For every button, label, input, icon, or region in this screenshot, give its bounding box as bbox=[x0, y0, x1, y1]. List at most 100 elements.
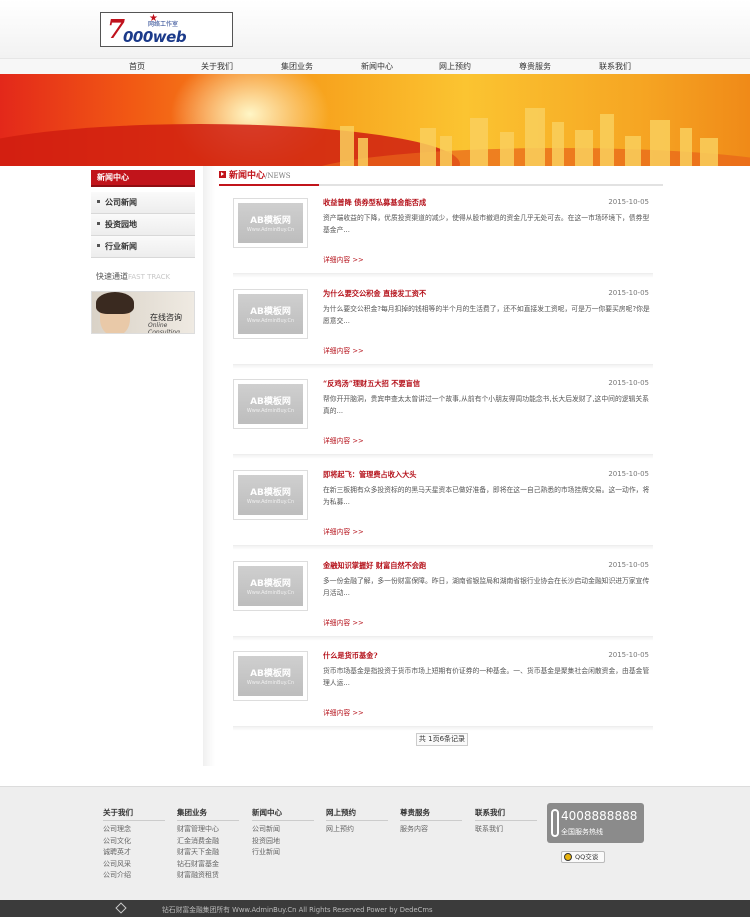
online-consult-banner[interactable]: 在线咨询 Online Consulting bbox=[91, 291, 195, 334]
thumb-sub: Www.AdminBuy.Cn bbox=[246, 590, 295, 596]
footer-link[interactable]: 财富天下金融 bbox=[177, 847, 239, 859]
header: 7 ★ 网络工作室 000web bbox=[0, 0, 750, 58]
footer-link[interactable]: 服务内容 bbox=[400, 824, 462, 836]
thumb-text: AB模板网 bbox=[250, 307, 291, 317]
read-more-link[interactable]: 详细内容 >> bbox=[323, 707, 364, 717]
nav-business[interactable]: 集团业务 bbox=[257, 60, 337, 74]
news-thumbnail[interactable]: AB模板网 Www.AdminBuy.Cn bbox=[233, 470, 308, 520]
sidebar-item-industry-news[interactable]: 行业新闻 bbox=[91, 236, 195, 258]
sidebar-item-company-news[interactable]: 公司新闻 bbox=[91, 192, 195, 214]
sidebar-item-investment[interactable]: 投资园地 bbox=[91, 214, 195, 236]
thumb-sub: Www.AdminBuy.Cn bbox=[246, 227, 295, 233]
phone-icon bbox=[551, 809, 559, 837]
sidebar-item-label: 投资园地 bbox=[105, 219, 137, 229]
nav-contact[interactable]: 联系我们 bbox=[575, 60, 655, 74]
news-item: AB模板网 Www.AdminBuy.Cn 为什么要交公积金 直接发工资不 201… bbox=[233, 289, 653, 379]
fast-track-en: FAST TRACK bbox=[128, 273, 171, 281]
news-date: 2015-10-05 bbox=[608, 289, 649, 297]
footer-link[interactable]: 行业新闻 bbox=[252, 847, 314, 859]
nav-booking[interactable]: 网上预约 bbox=[415, 60, 495, 74]
news-item: AB模板网 Www.AdminBuy.Cn 金融知识掌握好 财富自然不会跑 201… bbox=[233, 561, 653, 651]
news-date: 2015-10-05 bbox=[608, 561, 649, 569]
news-thumbnail[interactable]: AB模板网 Www.AdminBuy.Cn bbox=[233, 289, 308, 339]
bullet-icon bbox=[97, 200, 100, 203]
footer-heading: 网上预约 bbox=[326, 807, 388, 821]
read-more-link[interactable]: 详细内容 >> bbox=[323, 254, 364, 264]
sidebar-item-label: 行业新闻 bbox=[105, 241, 137, 251]
footer-col-news: 新闻中心 公司新闻 投资园地 行业新闻 bbox=[252, 807, 314, 859]
read-more-link[interactable]: 详细内容 >> bbox=[323, 435, 364, 445]
fast-track-label: 快速通道 bbox=[96, 272, 128, 281]
news-thumbnail[interactable]: AB模板网 Www.AdminBuy.Cn bbox=[233, 198, 308, 248]
thumb-sub: Www.AdminBuy.Cn bbox=[246, 408, 295, 414]
news-desc: 多一份金融了解，多一份财富保障。昨日，湖南省银监局和湖南省银行业协会在长沙启动金… bbox=[323, 577, 650, 597]
news-title[interactable]: 什么是货币基金? bbox=[323, 651, 378, 661]
footer-col-about: 关于我们 公司理念 公司文化 诚聘英才 公司风采 公司介绍 bbox=[103, 807, 165, 882]
section-title: 新闻中心/NEWS bbox=[229, 168, 291, 181]
hero-banner bbox=[0, 74, 750, 166]
footer-link[interactable]: 公司文化 bbox=[103, 836, 165, 848]
footer-link[interactable]: 财富融资租赁 bbox=[177, 870, 239, 882]
news-title[interactable]: 即将起飞：管理费占收入大头 bbox=[323, 470, 416, 480]
footer-heading: 新闻中心 bbox=[252, 807, 314, 821]
footer-col-contact: 联系我们 联系我们 bbox=[475, 807, 537, 836]
copyright-text: 钻石财富金融集团所有 Www.AdminBuy.Cn All Rights Re… bbox=[162, 906, 433, 914]
nav-services[interactable]: 尊贵服务 bbox=[495, 60, 575, 74]
news-item: AB模板网 Www.AdminBuy.Cn 即将起飞：管理费占收入大头 2015-… bbox=[233, 470, 653, 560]
site-logo[interactable]: 7 ★ 网络工作室 000web bbox=[100, 12, 233, 47]
consult-label-en: Online Consulting bbox=[148, 322, 180, 334]
footer-link[interactable]: 钻石财富基金 bbox=[177, 859, 239, 871]
thumb-sub: Www.AdminBuy.Cn bbox=[246, 680, 295, 686]
news-thumbnail[interactable]: AB模板网 Www.AdminBuy.Cn bbox=[233, 651, 308, 701]
main-nav: 首页 关于我们 集团业务 新闻中心 网上预约 尊贵服务 联系我们 bbox=[0, 58, 750, 74]
fast-track-heading: 快速通道FAST TRACK bbox=[96, 271, 170, 282]
news-title[interactable]: 为什么要交公积金 直接发工资不 bbox=[323, 289, 426, 299]
copyright-bar: 钻石财富金融集团所有 Www.AdminBuy.Cn All Rights Re… bbox=[0, 900, 750, 917]
news-title[interactable]: 金融知识掌握好 财富自然不会跑 bbox=[323, 561, 426, 571]
news-thumbnail[interactable]: AB模板网 Www.AdminBuy.Cn bbox=[233, 561, 308, 611]
thumb-text: AB模板网 bbox=[250, 488, 291, 498]
logo-brand: 000web bbox=[123, 28, 187, 46]
footer-col-services: 尊贵服务 服务内容 bbox=[400, 807, 462, 836]
pagination: 共 1页6条记录 bbox=[416, 733, 468, 746]
footer-link[interactable]: 公司风采 bbox=[103, 859, 165, 871]
footer-link[interactable]: 投资园地 bbox=[252, 836, 314, 848]
sidebar-item-label: 公司新闻 bbox=[105, 197, 137, 207]
footer-link[interactable]: 财富管理中心 bbox=[177, 824, 239, 836]
footer-link[interactable]: 汇金消费金融 bbox=[177, 836, 239, 848]
footer-heading: 关于我们 bbox=[103, 807, 165, 821]
thumb-text: AB模板网 bbox=[250, 579, 291, 589]
footer-heading: 尊贵服务 bbox=[400, 807, 462, 821]
sidebar-title-text: 新闻中心 bbox=[97, 172, 129, 182]
news-item: AB模板网 Www.AdminBuy.Cn 收益普降 债券型私募基金能否成 201… bbox=[233, 198, 653, 288]
news-thumbnail[interactable]: AB模板网 Www.AdminBuy.Cn bbox=[233, 379, 308, 429]
read-more-link[interactable]: 详细内容 >> bbox=[323, 617, 364, 627]
news-date: 2015-10-05 bbox=[608, 651, 649, 659]
footer-link[interactable]: 公司介绍 bbox=[103, 870, 165, 882]
footer-link[interactable]: 联系我们 bbox=[475, 824, 537, 836]
logo-subtitle: 网络工作室 bbox=[148, 21, 179, 28]
read-more-link[interactable]: 详细内容 >> bbox=[323, 345, 364, 355]
footer-col-booking: 网上预约 网上预约 bbox=[326, 807, 388, 836]
footer-link[interactable]: 公司理念 bbox=[103, 824, 165, 836]
footer: 关于我们 公司理念 公司文化 诚聘英才 公司风采 公司介绍 集团业务 财富管理中… bbox=[0, 786, 750, 900]
news-desc: 货币市场基金是指投资于货币市场上短期有价证券的一种基金。一、货币基金是聚集社会闲… bbox=[323, 667, 650, 687]
section-heading: 新闻中心/NEWS bbox=[219, 168, 663, 186]
footer-col-business: 集团业务 财富管理中心 汇金消费金融 财富天下金融 钻石财富基金 财富融资租赁 bbox=[177, 807, 239, 882]
thumb-sub: Www.AdminBuy.Cn bbox=[246, 318, 295, 324]
sidebar-title: 新闻中心 bbox=[91, 170, 195, 187]
news-title[interactable]: “反鸡汤”理财五大招 不要盲信 bbox=[323, 379, 420, 389]
nav-about[interactable]: 关于我们 bbox=[177, 60, 257, 74]
footer-link[interactable]: 公司新闻 bbox=[252, 824, 314, 836]
nav-home[interactable]: 首页 bbox=[97, 60, 177, 74]
read-more-link[interactable]: 详细内容 >> bbox=[323, 526, 364, 536]
bullet-icon bbox=[97, 222, 100, 225]
section-title-cn: 新闻中心 bbox=[229, 171, 266, 181]
footer-link[interactable]: 诚聘英才 bbox=[103, 847, 165, 859]
news-desc: 为什么要交公积金?每月扣掉的钱相等的半个月的生活费了，还不如直接发工资呢，可是万… bbox=[323, 305, 650, 325]
news-title[interactable]: 收益普降 债券型私募基金能否成 bbox=[323, 198, 426, 208]
footer-link[interactable]: 网上预约 bbox=[326, 824, 388, 836]
nav-news[interactable]: 新闻中心 bbox=[337, 60, 417, 74]
news-item: AB模板网 Www.AdminBuy.Cn 什么是货币基金? 2015-10-05… bbox=[233, 651, 653, 741]
qq-chat-button[interactable]: QQ交谈 bbox=[561, 851, 605, 863]
